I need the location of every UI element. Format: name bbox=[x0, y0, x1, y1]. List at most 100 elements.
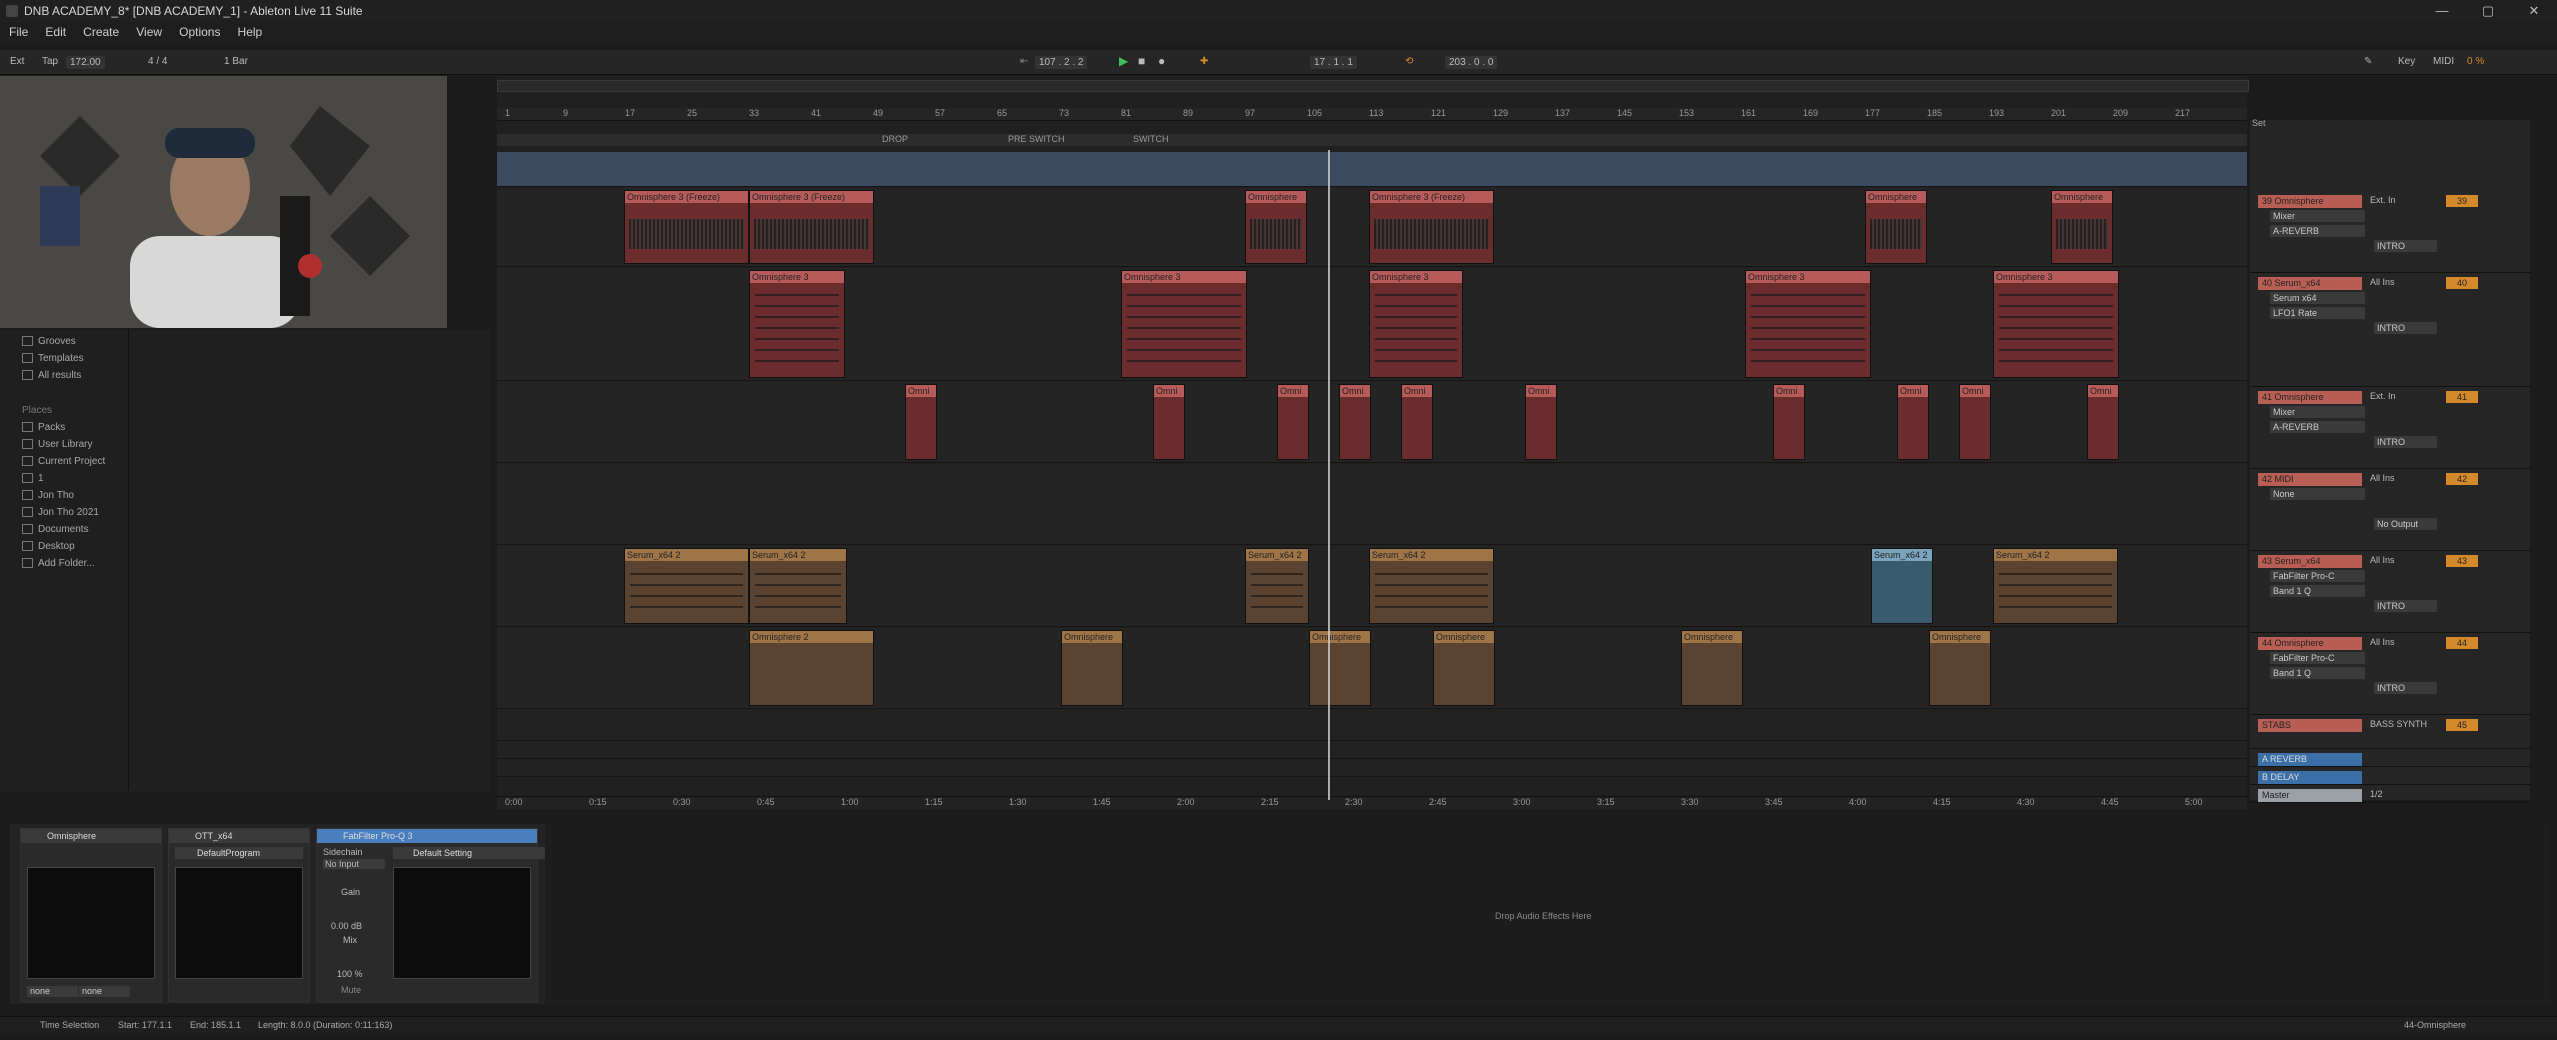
tempo-field[interactable]: 172.00 bbox=[66, 56, 105, 69]
midi-clip[interactable]: Omni bbox=[2087, 384, 2119, 460]
arrangement-view[interactable]: 1 9 17 25 33 41 49 57 65 73 81 89 97 105… bbox=[497, 76, 2249, 809]
track-number[interactable]: 41 bbox=[2446, 391, 2478, 403]
track-number[interactable]: 39 bbox=[2446, 195, 2478, 207]
midi-clip[interactable]: Omni bbox=[1959, 384, 1991, 460]
track-lane[interactable]: Serum_x64 2 Serum_x64 2 Serum_x64 2 Seru… bbox=[497, 546, 2247, 627]
program-chooser[interactable]: Default Setting bbox=[393, 847, 549, 859]
track-name[interactable]: 41 Omnisphere bbox=[2258, 391, 2362, 404]
master-name[interactable]: Master bbox=[2258, 789, 2362, 802]
track-number[interactable]: 44 bbox=[2446, 637, 2478, 649]
device-chooser[interactable]: Serum x64 bbox=[2270, 292, 2365, 304]
browser-item-templates[interactable]: Templates bbox=[22, 353, 84, 364]
browser-item-jon-tho[interactable]: Jon Tho bbox=[22, 490, 74, 501]
audio-clip[interactable]: Omnisphere bbox=[1865, 190, 1927, 264]
midi-clip[interactable]: Omnisphere bbox=[1309, 630, 1371, 706]
midi-clip-selected[interactable]: Serum_x64 2 bbox=[1871, 548, 1933, 624]
mix-value[interactable]: 100 % bbox=[337, 969, 363, 979]
midi-clip[interactable]: Omnisphere bbox=[1433, 630, 1495, 706]
arrangement-overview[interactable] bbox=[497, 80, 2249, 92]
loop-length-field[interactable]: 203 . 0 . 0 bbox=[1445, 56, 1498, 69]
audio-clip[interactable]: Omnisphere bbox=[2051, 190, 2113, 264]
browser-item-all-results[interactable]: All results bbox=[22, 370, 81, 381]
parameter-chooser[interactable]: A-REVERB bbox=[2270, 225, 2365, 237]
output-routing[interactable]: INTRO bbox=[2374, 240, 2437, 252]
return-lane[interactable] bbox=[497, 760, 2247, 777]
locator-strip[interactable]: DROP PRE SWITCH SWITCH bbox=[497, 134, 2247, 146]
track-name[interactable]: 43 Serum_x64 bbox=[2258, 555, 2362, 568]
quantize-menu[interactable]: 1 Bar bbox=[224, 56, 248, 67]
arrangement-position[interactable]: 107 . 2 . 2 bbox=[1035, 56, 1088, 69]
loop-switch-icon[interactable]: ⟲ bbox=[1405, 56, 1413, 67]
locator-pre-switch[interactable]: PRE SWITCH bbox=[1008, 134, 1065, 144]
device-chooser[interactable]: None bbox=[2270, 488, 2365, 500]
parameter-chooser[interactable]: LFO1 Rate bbox=[2270, 307, 2365, 319]
track-name[interactable]: 44 Omnisphere bbox=[2258, 637, 2362, 650]
menu-options[interactable]: Options bbox=[170, 22, 225, 39]
midi-clip[interactable]: Omni bbox=[1773, 384, 1805, 460]
device-chooser[interactable]: Mixer bbox=[2270, 210, 2365, 222]
browser-item-documents[interactable]: Documents bbox=[22, 524, 89, 535]
audio-clip[interactable]: Omnisphere 3 (Freeze) bbox=[749, 190, 874, 264]
device-omnisphere[interactable]: Omnisphere none none bbox=[20, 828, 162, 1002]
time-signature-field[interactable]: 4 / 4 bbox=[148, 56, 167, 67]
output-routing[interactable]: INTRO bbox=[2374, 322, 2437, 334]
beat-ruler[interactable]: 1 9 17 25 33 41 49 57 65 73 81 89 97 105… bbox=[497, 108, 2247, 121]
midi-clip[interactable]: Serum_x64 2 bbox=[1369, 548, 1494, 624]
midi-clip[interactable]: Omni bbox=[905, 384, 937, 460]
track-header[interactable]: 40 Serum_x64 All Ins 40 Serum x64 LFO1 R… bbox=[2250, 274, 2530, 387]
track-header[interactable]: STABS BASS SYNTH 45 bbox=[2250, 716, 2530, 749]
parameter-chooser[interactable]: Band 1 Q bbox=[2270, 667, 2365, 679]
parameter-chooser[interactable]: A-REVERB bbox=[2270, 421, 2365, 433]
browser-item-jon-tho-2021[interactable]: Jon Tho 2021 bbox=[22, 507, 99, 518]
track-lane[interactable] bbox=[497, 152, 2247, 187]
add-folder-link[interactable]: Add Folder... bbox=[22, 558, 95, 569]
playhead[interactable] bbox=[1328, 150, 1330, 800]
track-lane[interactable]: Omnisphere 2 Omnisphere Omnisphere Omnis… bbox=[497, 628, 2247, 709]
locator-switch[interactable]: SWITCH bbox=[1133, 134, 1169, 144]
midi-clip[interactable]: Omni bbox=[1339, 384, 1371, 460]
midi-clip[interactable]: Omnisphere 3 bbox=[1369, 270, 1463, 378]
device-title[interactable]: OTT_x64 bbox=[169, 829, 309, 843]
output-routing[interactable]: INTRO bbox=[2374, 436, 2437, 448]
track-name[interactable]: STABS bbox=[2258, 719, 2362, 732]
midi-clip[interactable]: Omnisphere bbox=[1681, 630, 1743, 706]
track-number[interactable]: 42 bbox=[2446, 473, 2478, 485]
audio-clip[interactable]: Omnisphere bbox=[1245, 190, 1307, 264]
midi-clip[interactable]: Omnisphere 3 bbox=[1121, 270, 1247, 378]
tap-tempo-button[interactable]: Tap bbox=[42, 56, 58, 67]
output-routing[interactable]: INTRO bbox=[2374, 682, 2437, 694]
midi-channel[interactable]: none bbox=[79, 986, 130, 997]
minimize-button[interactable]: — bbox=[2419, 0, 2465, 22]
return-track-header[interactable]: A REVERB bbox=[2250, 750, 2530, 767]
midi-from[interactable]: none bbox=[27, 986, 78, 997]
midi-clip[interactable]: Omni bbox=[1897, 384, 1929, 460]
loop-start-field[interactable]: 17 . 1 . 1 bbox=[1310, 56, 1357, 69]
program-chooser[interactable]: DefaultProgram bbox=[175, 847, 303, 859]
track-number[interactable]: 45 bbox=[2446, 719, 2478, 731]
midi-clip[interactable]: Omnisphere bbox=[1061, 630, 1123, 706]
browser-item-folder-1[interactable]: 1 bbox=[22, 473, 44, 484]
record-button[interactable]: ● bbox=[1158, 54, 1165, 68]
midi-clip[interactable]: Omni bbox=[1277, 384, 1309, 460]
midi-clip[interactable]: Serum_x64 2 bbox=[749, 548, 847, 624]
menu-help[interactable]: Help bbox=[229, 22, 268, 39]
midi-clip[interactable]: Omnisphere 3 bbox=[1745, 270, 1871, 378]
track-header[interactable]: 44 Omnisphere All Ins 44 FabFilter Pro-C… bbox=[2250, 634, 2530, 715]
track-number[interactable]: 43 bbox=[2446, 555, 2478, 567]
track-input[interactable]: Ext. In bbox=[2370, 391, 2438, 401]
close-button[interactable]: ✕ bbox=[2511, 0, 2557, 22]
midi-map-button[interactable]: MIDI bbox=[2433, 56, 2454, 67]
midi-clip[interactable]: Omni bbox=[1401, 384, 1433, 460]
return-lane[interactable] bbox=[497, 742, 2247, 759]
play-button[interactable]: ▶ bbox=[1119, 54, 1128, 68]
device-chooser[interactable]: Mixer bbox=[2270, 406, 2365, 418]
track-input[interactable]: All Ins bbox=[2370, 473, 2438, 483]
track-header[interactable]: 41 Omnisphere Ext. In 41 Mixer A-REVERB … bbox=[2250, 388, 2530, 469]
device-fabfilter-pro-q3[interactable]: FabFilter Pro-Q 3 Sidechain No Input Gai… bbox=[316, 828, 549, 1002]
midi-clip[interactable]: Omnisphere 2 bbox=[749, 630, 874, 706]
pencil-icon[interactable]: ✎ bbox=[2364, 56, 2372, 67]
sidechain-input[interactable]: No Input bbox=[323, 859, 385, 869]
stop-button[interactable]: ■ bbox=[1138, 54, 1145, 68]
gain-value[interactable]: 0.00 dB bbox=[331, 921, 362, 931]
audio-clip[interactable]: Omnisphere 3 (Freeze) bbox=[624, 190, 749, 264]
